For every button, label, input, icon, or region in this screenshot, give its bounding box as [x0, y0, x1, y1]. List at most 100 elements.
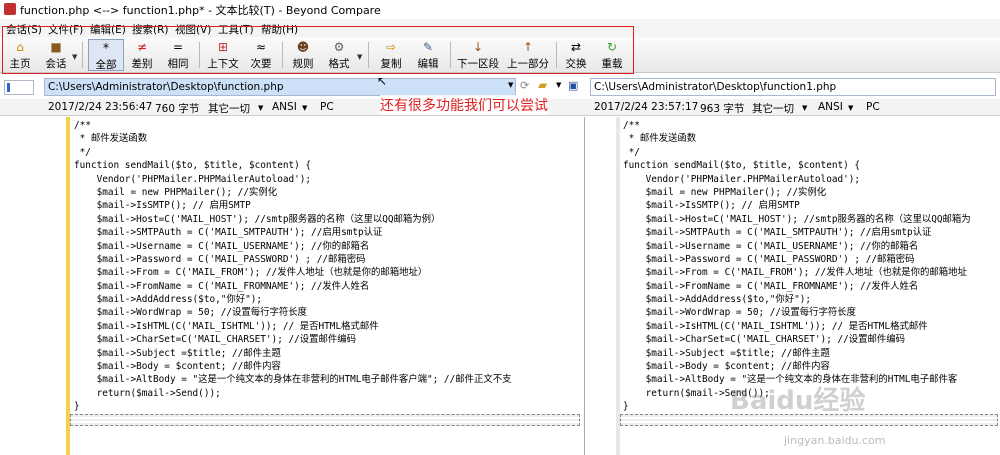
code-line[interactable]: $mail->From = C('MAIL_FROM'); //发件人地址（也就… — [623, 266, 971, 279]
arrow-right-icon: ⇨ — [385, 40, 397, 54]
all-button[interactable]: * 全部 — [88, 39, 124, 71]
code-line[interactable]: $mail->Password = C('MAIL_PASSWORD') ; /… — [623, 253, 971, 266]
right-file-date: 2017/2/24 23:57:17 — [594, 101, 699, 113]
right-line-ending[interactable]: PC — [866, 101, 880, 113]
title-bar: function.php <--> function1.php* - 文本比较(… — [0, 0, 1000, 18]
watermark-url: jingyan.baidu.com — [784, 434, 886, 447]
code-line[interactable]: function sendMail($to, $title, $content)… — [623, 159, 971, 172]
code-line[interactable]: $mail->AddAddress($to,"你好"); — [74, 293, 511, 306]
edit-button[interactable]: ✎ 编辑 — [412, 39, 444, 71]
code-line[interactable]: /** — [623, 119, 971, 132]
left-mode-dropdown-icon[interactable]: ▼ — [258, 104, 263, 112]
menu-view[interactable]: 视图(V) — [175, 22, 211, 37]
code-line[interactable]: $mail->SMTPAuth = C('MAIL_SMTPAUTH'); //… — [623, 226, 971, 239]
code-line[interactable]: function sendMail($to, $title, $content)… — [74, 159, 511, 172]
history-icon[interactable]: ⟳ — [520, 79, 529, 92]
diffs-button[interactable]: ≠ 差别 — [127, 39, 157, 71]
code-line[interactable]: $mail = new PHPMailer(); //实例化 — [74, 186, 511, 199]
format-button[interactable]: ⚙ 格式 — [323, 39, 355, 71]
folder-dropdown-icon[interactable]: ▼ — [556, 81, 561, 89]
right-compare-mode[interactable]: 其它一切 — [752, 101, 794, 116]
code-line[interactable]: * 邮件发送函数 — [74, 132, 511, 145]
right-path-input[interactable]: C:\Users\Administrator\Desktop\function1… — [590, 78, 996, 96]
arrow-down-icon: ↓ — [472, 40, 484, 54]
session-dropdown-icon[interactable]: ▼ — [72, 53, 77, 61]
code-line[interactable]: $mail->Body = $content; //邮件内容 — [74, 360, 511, 373]
code-line[interactable]: $mail->AddAddress($to,"你好"); — [623, 293, 971, 306]
code-line[interactable]: $mail->From = C('MAIL_FROM'); //发件人地址（也就… — [74, 266, 511, 279]
code-line[interactable]: $mail = new PHPMailer(); //实例化 — [623, 186, 971, 199]
code-line[interactable]: $mail->Subject =$title; //邮件主题 — [623, 347, 971, 360]
right-encoding-dropdown-icon[interactable]: ▼ — [848, 104, 853, 112]
not-equal-icon: ≠ — [136, 40, 148, 54]
code-line[interactable]: Vendor('PHPMailer.PHPMailerAutoload'); — [623, 173, 971, 186]
code-line[interactable]: return($mail->Send()); — [74, 387, 511, 400]
same-button[interactable]: = 相同 — [162, 39, 194, 71]
thumbnail-overview[interactable] — [4, 80, 34, 95]
code-line[interactable]: $mail->SMTPAuth = C('MAIL_SMTPAUTH'); //… — [74, 226, 511, 239]
left-code-view[interactable]: /** * 邮件发送函数 */function sendMail($to, $t… — [74, 119, 511, 414]
right-mode-dropdown-icon[interactable]: ▼ — [802, 104, 807, 112]
minor-button[interactable]: ≈ 次要 — [245, 39, 277, 71]
reload-button[interactable]: ↻ 重载 — [596, 39, 628, 71]
session-button[interactable]: ■ 会话 — [40, 39, 72, 71]
code-line[interactable]: $mail->FromName = C('MAIL_FROMNAME'); //… — [623, 280, 971, 293]
left-path-input[interactable]: C:\Users\Administrator\Desktop\function.… — [44, 78, 516, 96]
code-line[interactable]: $mail->FromName = C('MAIL_FROMNAME'); //… — [74, 280, 511, 293]
code-line[interactable]: $mail->CharSet=C('MAIL_CHARSET'); //设置邮件… — [74, 333, 511, 346]
menu-tools[interactable]: 工具(T) — [218, 22, 254, 37]
code-line[interactable]: $mail->IsHTML(C('MAIL_ISHTML')); // 是否HT… — [623, 320, 971, 333]
folder-icon[interactable]: ▰ — [538, 78, 547, 92]
left-line-ending[interactable]: PC — [320, 101, 334, 113]
menu-help[interactable]: 帮助(H) — [261, 22, 298, 37]
code-line[interactable]: $mail->Body = $content; //邮件内容 — [623, 360, 971, 373]
code-line[interactable]: $mail->WordWrap = 50; //设置每行字符长度 — [74, 306, 511, 319]
code-line[interactable]: $mail->AltBody = "这是一个纯文本的身体在非营利的HTML电子邮… — [74, 373, 512, 386]
toolbar-separator — [199, 42, 200, 68]
menu-file[interactable]: 文件(F) — [48, 22, 83, 37]
code-line[interactable]: $mail->WordWrap = 50; //设置每行字符长度 — [623, 306, 971, 319]
left-pane[interactable]: /** * 邮件发送函数 */function sendMail($to, $t… — [0, 117, 585, 455]
end-of-file-marker — [70, 414, 580, 426]
menu-search[interactable]: 搜索(R) — [132, 22, 169, 37]
code-line[interactable]: $mail->Host=C('MAIL_HOST'); //smtp服务器的名称… — [74, 213, 511, 226]
context-button[interactable]: ⊞ 上下文 — [204, 39, 242, 71]
code-line[interactable]: } — [74, 400, 511, 413]
right-code-view[interactable]: /** * 邮件发送函数 */function sendMail($to, $t… — [623, 119, 971, 414]
code-line[interactable]: $mail->Username = C('MAIL_USERNAME'); //… — [74, 240, 511, 253]
window-title: function.php <--> function1.php* - 文本比较(… — [20, 4, 381, 17]
prev-section-button[interactable]: ↑ 上一部分 — [505, 39, 551, 71]
copy-button[interactable]: ⇨ 复制 — [375, 39, 407, 71]
code-line[interactable]: $mail->IsHTML(C('MAIL_ISHTML')); // 是否HT… — [74, 320, 511, 333]
left-encoding[interactable]: ANSI — [272, 101, 297, 113]
code-line[interactable]: * 邮件发送函数 — [623, 132, 971, 145]
code-line[interactable]: $mail->Password = C('MAIL_PASSWORD') ; /… — [74, 253, 511, 266]
code-line[interactable]: $mail->IsSMTP(); // 启用SMTP — [623, 199, 971, 212]
left-file-size: 760 字节 — [155, 103, 200, 115]
code-line[interactable]: $mail->CharSet=C('MAIL_CHARSET'); //设置邮件… — [623, 333, 971, 346]
menu-session[interactable]: 会话(S) — [6, 22, 42, 37]
code-line[interactable]: $mail->Username = C('MAIL_USERNAME'); //… — [623, 240, 971, 253]
menu-edit[interactable]: 编辑(E) — [90, 22, 126, 37]
left-path-dropdown-icon[interactable]: ▼ — [508, 81, 513, 89]
code-line[interactable]: /** — [74, 119, 511, 132]
context-icon: ⊞ — [217, 40, 229, 54]
left-compare-mode[interactable]: 其它一切 — [208, 101, 250, 116]
annotation-text: 还有很多功能我们可以尝试 — [380, 95, 548, 115]
save-icon[interactable]: ▣ — [568, 79, 578, 92]
right-encoding[interactable]: ANSI — [818, 101, 843, 113]
left-encoding-dropdown-icon[interactable]: ▼ — [302, 104, 307, 112]
diff-gutter — [66, 117, 70, 455]
format-dropdown-icon[interactable]: ▼ — [357, 53, 362, 61]
code-line[interactable]: $mail->Subject =$title; //邮件主题 — [74, 347, 511, 360]
home-button[interactable]: ⌂ 主页 — [4, 39, 36, 71]
swap-button[interactable]: ⇄ 交换 — [561, 39, 591, 71]
code-line[interactable]: */ — [623, 146, 971, 159]
code-line[interactable]: $mail->Host=C('MAIL_HOST'); //smtp服务器的名称… — [623, 213, 971, 226]
next-section-button[interactable]: ↓ 下一区段 — [455, 39, 501, 71]
code-line[interactable]: Vendor('PHPMailer.PHPMailerAutoload'); — [74, 173, 511, 186]
app-icon — [4, 3, 16, 15]
rules-button[interactable]: ☻ 规则 — [287, 39, 319, 71]
code-line[interactable]: */ — [74, 146, 511, 159]
code-line[interactable]: $mail->IsSMTP(); // 启用SMTP — [74, 199, 511, 212]
